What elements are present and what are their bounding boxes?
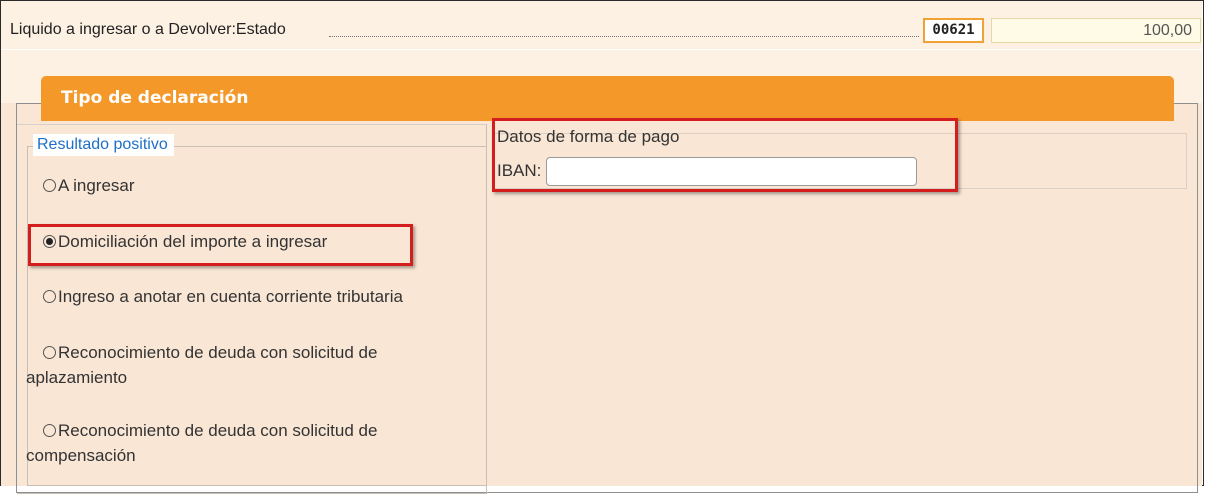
dotted-leader [329, 36, 919, 37]
option-compensacion[interactable]: Reconocimiento de deuda con solicitud de [43, 418, 377, 444]
highlight-forma-pago [492, 118, 958, 192]
liquido-value-field[interactable]: 100,00 [991, 18, 1201, 43]
radio-a-ingresar[interactable] [43, 179, 56, 192]
option-label: A ingresar [58, 176, 135, 195]
liquido-row: Liquido a ingresar o a Devolver:Estado 0… [1, 1, 1202, 49]
option-a-ingresar[interactable]: A ingresar [43, 173, 135, 199]
highlight-domiciliacion [28, 224, 413, 266]
radio-compensacion[interactable] [43, 424, 56, 437]
option-label-line2: aplazamiento [26, 368, 128, 387]
option-cuenta-corriente[interactable]: Ingreso a anotar en cuenta corriente tri… [43, 284, 403, 310]
casilla-code: 00621 [923, 18, 984, 43]
tipo-declaracion-header: Tipo de declaración [41, 76, 1174, 121]
option-label: Reconocimiento de deuda con solicitud de [58, 421, 378, 440]
option-label: Reconocimiento de deuda con solicitud de [58, 343, 378, 362]
liquido-label: Liquido a ingresar o a Devolver:Estado [10, 21, 286, 38]
section-title: Tipo de declaración [61, 88, 249, 108]
option-label: Ingreso a anotar en cuenta corriente tri… [58, 287, 403, 306]
radio-aplazamiento[interactable] [43, 346, 56, 359]
resultado-positivo-legend: Resultado positivo [33, 134, 174, 156]
option-label-line2: compensación [26, 446, 136, 465]
option-aplazamiento[interactable]: Reconocimiento de deuda con solicitud de [43, 340, 377, 366]
radio-cuenta-corriente[interactable] [43, 290, 56, 303]
